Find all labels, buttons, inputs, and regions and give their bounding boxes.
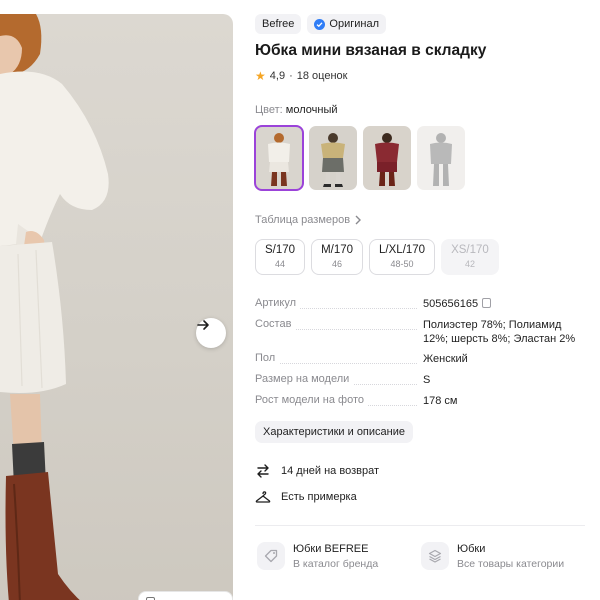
- rating-value: 4,9: [269, 70, 286, 82]
- spec-row-model-size: Размер на модели S: [255, 373, 585, 387]
- size-option-m[interactable]: M/170 46: [311, 239, 364, 275]
- copy-icon[interactable]: [482, 298, 492, 308]
- color-swatches: [254, 125, 465, 191]
- size-table-label: Таблица размеров: [255, 214, 351, 226]
- rating-row[interactable]: ★ 4,9 · 18 оценок: [255, 69, 347, 83]
- swatch-unavailable[interactable]: [417, 126, 465, 190]
- divider: [255, 525, 585, 526]
- verified-icon: [314, 18, 326, 30]
- hanger-icon: [255, 491, 271, 503]
- return-info: 14 дней на возврат: [255, 463, 379, 479]
- original-badge[interactable]: Оригинал: [307, 14, 387, 34]
- swatch-milky[interactable]: [254, 125, 304, 191]
- size-label: M/170: [321, 244, 354, 256]
- spec-value: S: [423, 374, 431, 386]
- spec-key: Артикул: [255, 297, 301, 309]
- brand-link-title: Юбки BEFREE: [293, 543, 369, 555]
- spec-value: 178 см: [423, 395, 458, 407]
- swatch-burgundy[interactable]: [363, 126, 411, 190]
- fitting-info: Есть примерка: [255, 489, 357, 505]
- category-link-title: Юбки: [457, 543, 486, 555]
- spec-value: Женский: [423, 353, 468, 365]
- next-image-button[interactable]: [196, 318, 226, 348]
- return-text: 14 дней на возврат: [281, 465, 379, 477]
- size-ru: 48-50: [390, 259, 414, 269]
- spec-row-gender: Пол Женский: [255, 352, 585, 366]
- color-label: Цвет:: [255, 104, 283, 116]
- color-value: молочный: [285, 104, 338, 116]
- photo-bottom-tab[interactable]: [138, 591, 233, 600]
- specs-list: Артикул 505656165 Состав Полиэстер 78%; …: [255, 297, 585, 415]
- product-title: Юбка мини вязаная в складку: [255, 42, 487, 59]
- spec-key: Пол: [255, 352, 280, 364]
- spec-row-article: Артикул 505656165: [255, 297, 585, 311]
- badges-row: Befree Оригинал: [255, 14, 387, 34]
- size-ru: 42: [464, 259, 475, 269]
- product-photo[interactable]: [0, 14, 233, 600]
- spec-key: Состав: [255, 318, 296, 330]
- size-ru: 44: [275, 259, 286, 269]
- fitting-text: Есть примерка: [281, 491, 357, 503]
- article-number: 505656165: [423, 298, 479, 310]
- size-table-link[interactable]: Таблица размеров: [255, 214, 362, 226]
- brand-name: Befree: [262, 18, 295, 30]
- spec-row-model-height: Рост модели на фото 178 см: [255, 394, 585, 408]
- spec-key: Рост модели на фото: [255, 394, 369, 406]
- tag-icon: [257, 542, 285, 570]
- spec-value: Полиэстер 78%; Полиамид 12%; шерсть 8%; …: [423, 319, 576, 345]
- rating-separator: ·: [289, 70, 293, 82]
- size-label: XS/170: [451, 244, 489, 256]
- layers-icon: [421, 542, 449, 570]
- color-row: Цвет: молочный: [255, 104, 338, 116]
- original-label: Оригинал: [329, 18, 380, 30]
- size-options: S/170 44 M/170 46 L/XL/170 48-50 XS/170 …: [255, 239, 499, 275]
- star-icon: ★: [255, 69, 266, 83]
- arrow-right-icon: [197, 320, 209, 330]
- spec-row-composition: Состав Полиэстер 78%; Полиамид 12%; шерс…: [255, 318, 585, 346]
- brand-link-subtitle: В каталог бренда: [293, 558, 379, 570]
- category-link[interactable]: Юбки Все товары категории: [421, 542, 564, 571]
- brand-catalog-link[interactable]: Юбки BEFREE В каталог бренда: [257, 542, 378, 571]
- brand-badge[interactable]: Befree: [255, 14, 302, 34]
- size-ru: 46: [332, 259, 343, 269]
- reviews-count: 18 оценок: [296, 70, 348, 82]
- size-option-lxl[interactable]: L/XL/170 48-50: [369, 239, 436, 275]
- size-label: L/XL/170: [379, 244, 426, 256]
- return-arrows-icon: [257, 464, 269, 478]
- size-option-xs[interactable]: XS/170 42: [441, 239, 499, 275]
- model-illustration: [0, 14, 109, 600]
- spec-key: Размер на модели: [255, 373, 354, 385]
- swatch-grey[interactable]: [309, 126, 357, 190]
- size-option-s[interactable]: S/170 44: [255, 239, 306, 275]
- characteristics-button[interactable]: Характеристики и описание: [255, 421, 413, 443]
- size-label: S/170: [265, 244, 296, 256]
- chevron-right-icon: [355, 215, 362, 225]
- category-link-subtitle: Все товары категории: [457, 558, 565, 570]
